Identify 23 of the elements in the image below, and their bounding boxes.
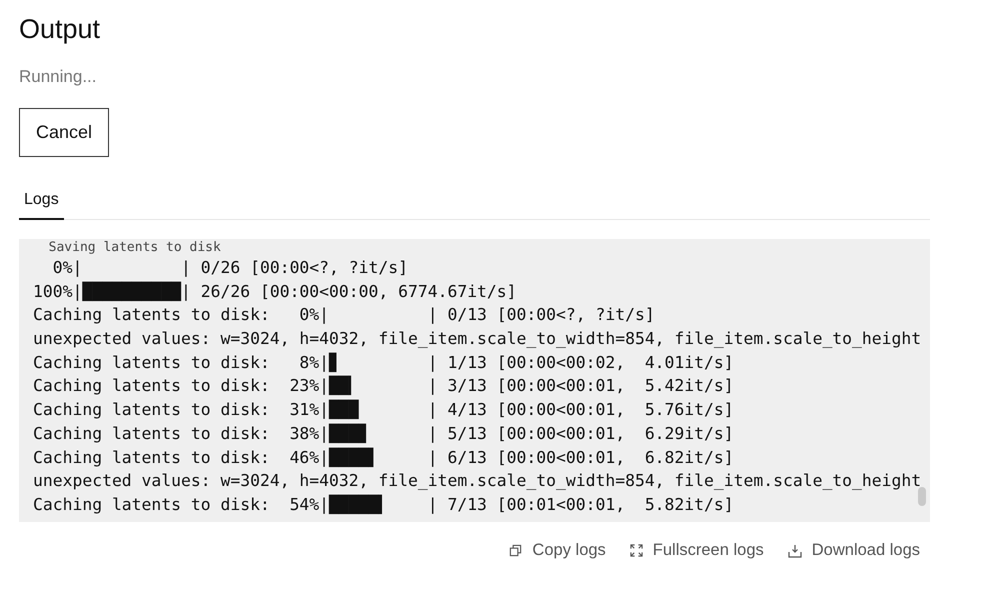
- cancel-button[interactable]: Cancel: [19, 108, 109, 157]
- page-title: Output: [19, 13, 100, 46]
- status-text: Running...: [19, 66, 96, 88]
- download-icon: [788, 544, 802, 558]
- log-line: Caching latents to disk: 0%| | 0/13 [00:00<?, ?it/s]: [33, 304, 655, 326]
- log-line: Caching latents to disk: 31%|███ | 4/13 [00:00<00:01, 5.76it/s]: [33, 398, 734, 422]
- log-line: Caching latents to disk: 8%|▊ | 1/13 [00:00<00:02, 4.01it/s]: [33, 352, 734, 374]
- log-line: Saving latents to disk: [48, 239, 221, 256]
- log-line: Caching latents to disk: 23%|██▎ | 3/13 [00:00<00:01, 5.42it/s]: [33, 374, 734, 398]
- log-line: Caching latents to disk: 46%|████▌ | 6/13 [00:00<00:01, 6.82it/s]: [33, 446, 734, 470]
- scrollbar-thumb[interactable]: [918, 487, 926, 506]
- log-line: unexpected values: w=3024, h=4032, file_item.scale_to_width=854, file_item.scale_to_height: [33, 470, 922, 492]
- action-button[interactable]: Download logs: [788, 539, 920, 562]
- log-line: 100%|██████████| 26/26 [00:00<00:00, 6774.67it/s]: [33, 280, 517, 304]
- action-button[interactable]: Copy logs: [509, 539, 606, 562]
- log-line: Caching latents to disk: 38%|███▊ | 5/13 [00:00<00:01, 6.29it/s]: [33, 422, 734, 446]
- tab[interactable]: Logs: [19, 186, 64, 220]
- fullscreen-icon: [630, 544, 643, 557]
- copy-icon: [509, 544, 522, 557]
- action-button[interactable]: Fullscreen logs: [630, 539, 764, 562]
- log-line: Caching latents to disk: 54%|█████▍ | 7/13 [00:01<00:01, 5.82it/s]: [33, 494, 734, 516]
- log-line: 0%| | 0/26 [00:00<?, ?it/s]: [52, 257, 408, 279]
- log-line: unexpected values: w=3024, h=4032, file_item.scale_to_width=854, file_item.scale_to_height: [33, 328, 922, 350]
